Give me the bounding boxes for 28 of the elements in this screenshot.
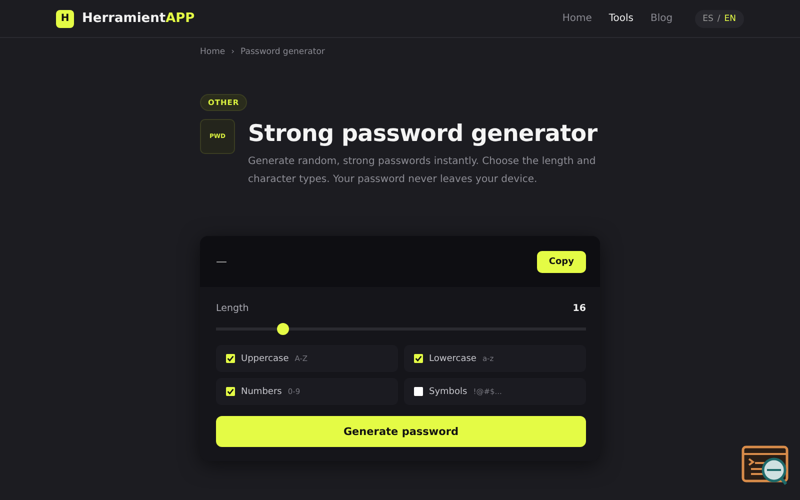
option-label: Numbers — [241, 386, 282, 396]
password-text: — — [216, 255, 227, 268]
nav-link[interactable]: Tools — [608, 13, 634, 24]
checkbox[interactable] — [226, 354, 235, 363]
page-description: Generate random, strong passwords instantly. Choose the length and character types. Your password never leaves your device. — [248, 155, 597, 187]
breadcrumb-separator: › — [231, 47, 235, 57]
breadcrumb-current: Password generator — [240, 47, 325, 57]
slider-thumb[interactable] — [276, 323, 289, 335]
separator-text: / — [717, 14, 720, 24]
browser-search-icon[interactable] — [741, 445, 791, 487]
checkbox[interactable] — [226, 387, 235, 396]
nav-link[interactable]: Blog — [650, 13, 673, 24]
option-label: Lowercase — [429, 354, 476, 364]
nav-link[interactable]: Home — [562, 13, 592, 24]
breadcrumb-link[interactable]: Home — [200, 47, 226, 57]
logo-icon[interactable]: H — [56, 10, 74, 28]
generate-button[interactable]: Generate password — [216, 416, 586, 447]
page-title: Strong password generator — [248, 120, 598, 149]
option-label: Symbols — [429, 386, 468, 396]
length-label: Length — [216, 303, 249, 314]
copy-button[interactable]: Copy — [536, 250, 586, 272]
option-label: Uppercase — [241, 354, 289, 364]
language-option[interactable]: EN — [724, 14, 736, 24]
language-option[interactable]: ES — [702, 14, 714, 24]
brand-name[interactable]: HerramientAPP — [82, 11, 195, 26]
checkbox[interactable] — [414, 354, 423, 363]
length-value: 16 — [572, 303, 586, 314]
checkbox[interactable] — [414, 387, 423, 396]
